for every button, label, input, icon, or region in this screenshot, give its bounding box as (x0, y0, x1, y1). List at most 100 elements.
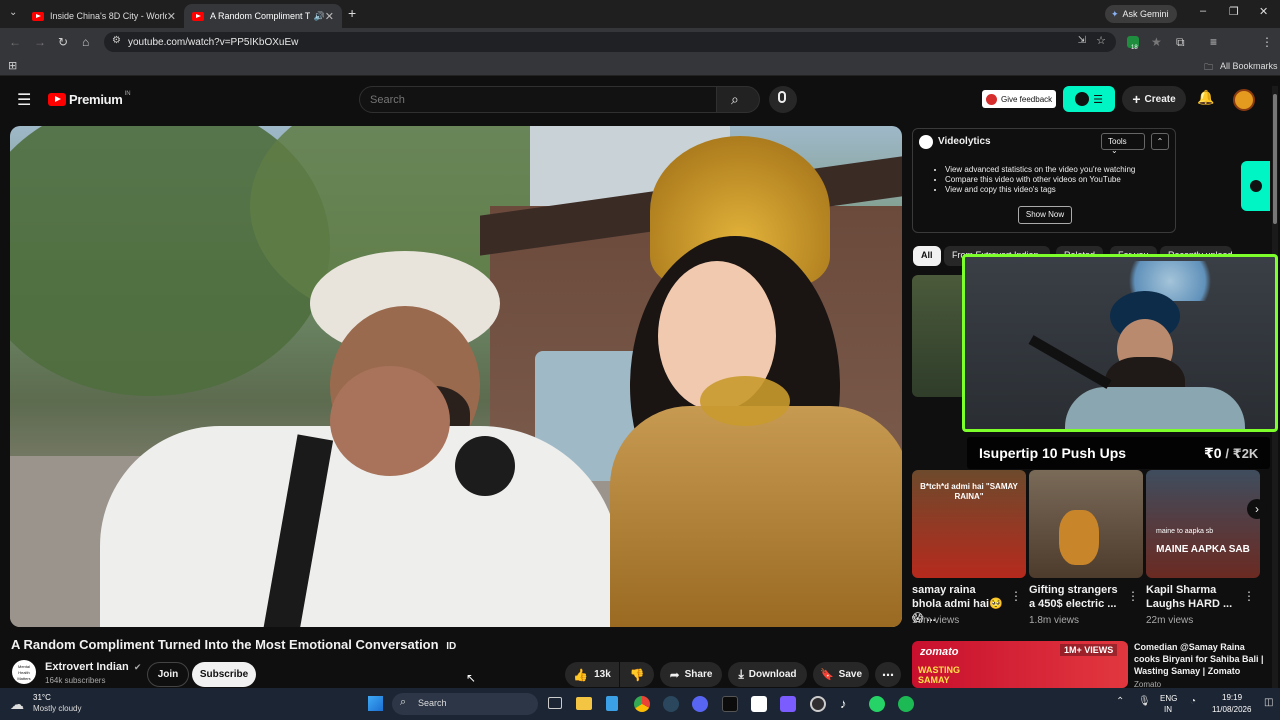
channel-name[interactable]: Extrovert Indian ✔ (45, 661, 141, 673)
back-icon[interactable]: ← (9, 35, 21, 49)
video-player[interactable] (10, 126, 902, 627)
audio-playing-icon[interactable]: 🔊 (314, 11, 325, 22)
notification-center-icon[interactable]: ◫ (1264, 697, 1273, 708)
close-window-icon[interactable]: ✕ (1259, 5, 1268, 18)
join-button[interactable]: Join (147, 662, 189, 687)
close-tab-icon[interactable]: ✕ (325, 10, 334, 23)
home-icon[interactable]: ⌂ (82, 35, 89, 49)
capcut-icon[interactable] (751, 696, 767, 712)
zomato-thumbnail[interactable]: zomato 1M+ VIEWS WASTING SAMAY (912, 641, 1128, 688)
restore-icon[interactable]: ❐ (1229, 5, 1239, 18)
card-thumbnail[interactable]: maine to aapka sb MAINE AAPKA SAB (1146, 470, 1260, 578)
chrome-menu-icon[interactable]: ⋮ (1261, 35, 1273, 49)
goal-text: Isupertip 10 Push Ups (979, 445, 1127, 461)
notepad-icon[interactable] (606, 696, 618, 711)
spotify-icon[interactable] (898, 696, 914, 712)
youtube-logo[interactable]: Premium IN (48, 91, 131, 107)
card-title[interactable]: Comedian @Samay Raina cooks Biryani for … (1134, 641, 1268, 677)
collapse-panel-button[interactable]: ⌃ (1151, 133, 1169, 150)
dislike-button[interactable]: 👎 (620, 662, 654, 687)
apps-grid-icon[interactable]: ⊞ (8, 59, 17, 72)
account-avatar[interactable] (1233, 89, 1255, 111)
download-button[interactable]: ⤓ Download (728, 662, 807, 687)
thumb-caption: MAINE AAPKA SAB (1156, 544, 1250, 555)
forward-icon[interactable]: → (34, 35, 46, 49)
more-vertical-icon[interactable]: ⋮ (1010, 589, 1022, 603)
show-now-label: Show Now (1025, 210, 1065, 219)
windows-taskbar: ☁ 31°C Mostly cloudy ⌕ Search ♪ ⌃ 🎙 ENG … (0, 688, 1280, 720)
save-button[interactable]: 🔖 Save (813, 662, 869, 687)
discord-icon[interactable] (692, 696, 708, 712)
address-bar[interactable]: ⚙ youtube.com/watch?v=PP5IKbOXuEw ⇲ ☆ (104, 32, 1116, 52)
card-thumbnail[interactable]: B*tch*d admi hai "SAMAY RAINA" (912, 470, 1026, 578)
notifications-bell-icon[interactable]: 🔔 (1197, 89, 1214, 106)
browser-toolbar: ← → ↻ ⌂ ⚙ youtube.com/watch?v=PP5IKbOXuE… (0, 28, 1280, 76)
file-explorer-icon[interactable] (576, 697, 592, 710)
extension-badge: 18 (1131, 45, 1138, 51)
tab-list-chevron-icon[interactable]: ⌄ (9, 7, 17, 18)
chevron-right-icon: › (1255, 502, 1259, 516)
steam-icon[interactable] (663, 696, 679, 712)
install-app-icon[interactable]: ⇲ (1078, 35, 1086, 46)
guitar-graphic (1059, 510, 1099, 565)
more-vertical-icon[interactable]: ⋮ (1243, 589, 1255, 603)
tools-dropdown[interactable]: Tools ⌄ (1101, 133, 1145, 155)
search-button[interactable]: ⌕ (716, 86, 760, 113)
give-feedback-button[interactable]: Give feedback (982, 90, 1056, 108)
more-vertical-icon[interactable]: ⋮ (1127, 589, 1139, 603)
videolytics-toggle-button[interactable]: ☰ (1063, 86, 1115, 112)
subscribe-button[interactable]: Subscribe (192, 662, 256, 687)
carousel-next-button[interactable]: › (1247, 499, 1267, 519)
card-thumbnail[interactable] (1029, 470, 1143, 578)
chrome-icon[interactable] (634, 696, 650, 712)
search-icon: ⌕ (731, 91, 739, 107)
hamburger-menu-icon[interactable]: ☰ (17, 90, 31, 110)
windows-start-icon[interactable] (368, 696, 383, 711)
voice-search-button[interactable] (769, 86, 797, 113)
clock-time[interactable]: 19:19 (1222, 693, 1242, 702)
channel-avatar[interactable]: Mental Health Matters (12, 660, 36, 684)
more-actions-button[interactable]: ⋯ (875, 662, 901, 687)
show-now-button[interactable]: Show Now (1018, 206, 1072, 224)
wifi-icon[interactable]: ◔ (1190, 696, 1196, 707)
minimize-icon[interactable]: – (1200, 5, 1206, 17)
videolytics-panel: Videolytics Tools ⌄ ⌃ View advanced stat… (912, 128, 1176, 233)
weather-cloud-icon[interactable]: ☁ (10, 696, 24, 713)
chip-all[interactable]: All (913, 246, 941, 266)
mouse-cursor-icon: ↖ (466, 671, 477, 685)
man-hand (330, 366, 450, 476)
site-info-icon[interactable]: ⚙ (112, 35, 121, 46)
reload-icon[interactable]: ↻ (58, 35, 68, 49)
give-feedback-label: Give feedback (1001, 94, 1053, 104)
mic-tray-icon[interactable]: 🎙 (1138, 696, 1151, 707)
tiktok-icon[interactable]: ♪ (840, 696, 847, 711)
card-title[interactable]: Gifting strangers a 450$ electric ... (1029, 583, 1121, 611)
language-primary[interactable]: ENG (1160, 694, 1177, 703)
search-input[interactable] (359, 86, 717, 113)
videolytics-side-tab[interactable] (1241, 161, 1270, 211)
task-view-icon[interactable] (548, 697, 562, 709)
app-grid-icon[interactable] (780, 696, 796, 712)
card-title[interactable]: Kapil Sharma Laughs HARD ... (1146, 583, 1238, 611)
scrollbar-thumb[interactable] (1273, 94, 1277, 224)
all-bookmarks[interactable]: All Bookmarks (1220, 61, 1278, 71)
goal-amount: ₹0 / ₹2K (1204, 445, 1258, 462)
extensions-puzzle-icon[interactable]: ⧉ (1176, 35, 1185, 49)
terminal-icon[interactable] (722, 696, 738, 712)
share-button[interactable]: ➦ Share (660, 662, 722, 687)
like-button[interactable]: 👍 13k (565, 662, 619, 687)
tab-inactive[interactable]: Inside China's 8D City - World's ✕ (24, 4, 184, 28)
create-button[interactable]: + Create (1122, 86, 1186, 112)
youtube-favicon-icon (32, 11, 44, 21)
close-tab-icon[interactable]: ✕ (167, 10, 176, 23)
tab-active[interactable]: A Random Compliment Tu 🔊 ✕ (184, 4, 342, 28)
media-control-icon[interactable]: ≡ (1210, 35, 1217, 49)
obs-icon[interactable] (810, 696, 826, 712)
ask-gemini-button[interactable]: ✦ Ask Gemini (1105, 5, 1177, 23)
bookmark-star-icon[interactable]: ☆ (1096, 34, 1106, 47)
new-tab-icon[interactable]: + (348, 5, 356, 21)
taskbar-search[interactable]: ⌕ Search (392, 693, 538, 715)
star-extension-icon[interactable]: ★ (1151, 35, 1162, 49)
tray-overflow-icon[interactable]: ⌃ (1116, 696, 1124, 707)
whatsapp-icon[interactable] (869, 696, 885, 712)
